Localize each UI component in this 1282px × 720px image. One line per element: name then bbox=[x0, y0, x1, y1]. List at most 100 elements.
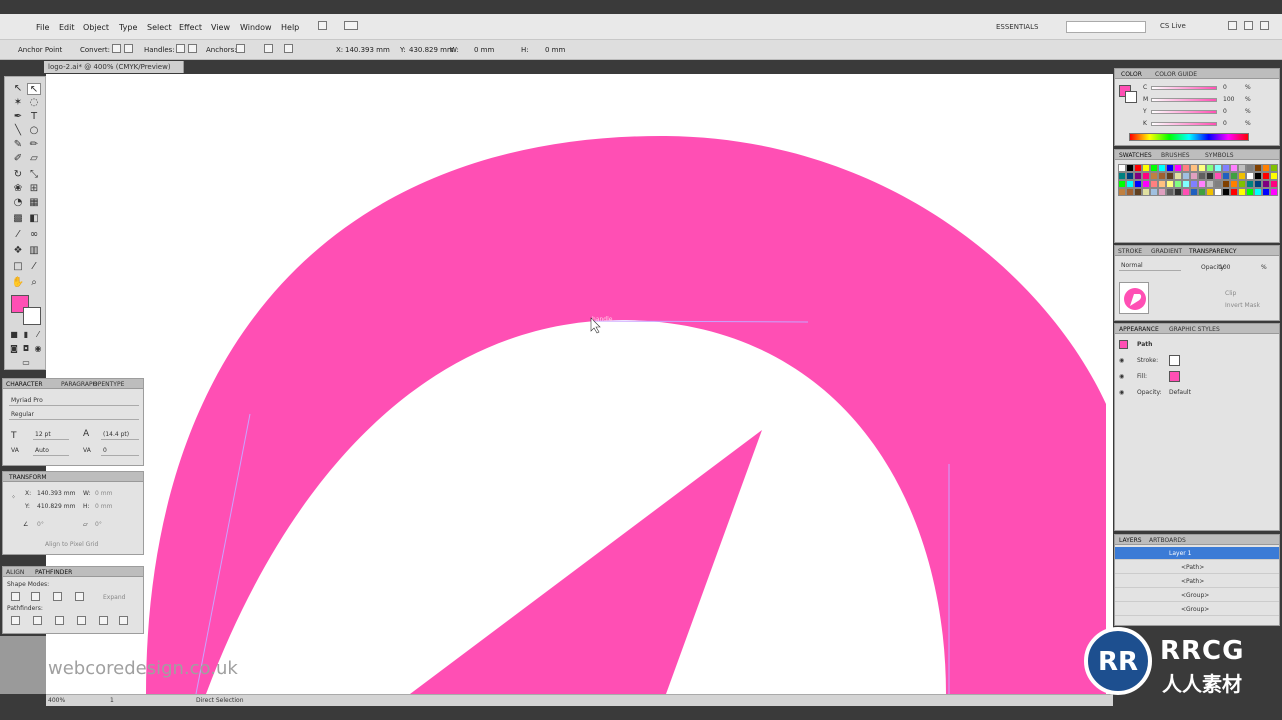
h-value[interactable]: 0 mm bbox=[545, 46, 565, 54]
zoom-tool-icon[interactable]: ⌕ bbox=[27, 277, 41, 289]
swatch[interactable] bbox=[1166, 180, 1174, 188]
swatch[interactable] bbox=[1174, 188, 1182, 196]
blend-tool-icon[interactable]: ∞ bbox=[27, 229, 41, 241]
align-pixel-grid-checkbox[interactable]: Align to Pixel Grid bbox=[45, 541, 98, 548]
object-thumbnail[interactable] bbox=[1119, 282, 1149, 314]
swatch[interactable] bbox=[1254, 188, 1262, 196]
maximize-icon[interactable] bbox=[1244, 21, 1253, 30]
swatch[interactable] bbox=[1158, 180, 1166, 188]
swatch[interactable] bbox=[1198, 180, 1206, 188]
mesh-tool-icon[interactable]: ▩ bbox=[11, 213, 25, 225]
swatch[interactable] bbox=[1190, 188, 1198, 196]
column-graph-tool-icon[interactable]: ▥ bbox=[27, 245, 41, 257]
stroke-swatch[interactable] bbox=[23, 307, 41, 325]
minimize-icon[interactable] bbox=[1228, 21, 1237, 30]
bridge-icon[interactable] bbox=[318, 21, 327, 30]
swatch[interactable] bbox=[1230, 188, 1238, 196]
swatch[interactable] bbox=[1206, 172, 1214, 180]
swatch[interactable] bbox=[1158, 164, 1166, 172]
swatch[interactable] bbox=[1222, 172, 1230, 180]
scale-tool-icon[interactable]: ⤡ bbox=[27, 169, 41, 181]
tab-appearance[interactable]: APPEARANCE bbox=[1119, 326, 1159, 333]
swatch[interactable] bbox=[1118, 164, 1126, 172]
rotate-value[interactable]: 0° bbox=[37, 521, 44, 528]
swatch[interactable] bbox=[1206, 188, 1214, 196]
reference-point-icon[interactable]: ⁘ bbox=[11, 494, 16, 501]
connect-anchors-icon[interactable] bbox=[264, 44, 273, 53]
outline-icon[interactable] bbox=[99, 616, 108, 625]
tab-stroke[interactable]: STROKE bbox=[1118, 248, 1142, 255]
paintbrush-tool-icon[interactable]: ✎ bbox=[11, 139, 25, 151]
swatch[interactable] bbox=[1142, 188, 1150, 196]
swatch[interactable] bbox=[1126, 172, 1134, 180]
swatch[interactable] bbox=[1174, 172, 1182, 180]
tab-color[interactable]: COLOR bbox=[1121, 71, 1142, 78]
menu-edit[interactable]: Edit bbox=[59, 23, 75, 32]
swatch[interactable] bbox=[1270, 188, 1278, 196]
hand-tool-icon[interactable]: ✋ bbox=[11, 277, 25, 289]
intersect-icon[interactable] bbox=[53, 592, 62, 601]
swatch[interactable] bbox=[1134, 188, 1142, 196]
artwork[interactable] bbox=[46, 74, 1113, 694]
font-style-select[interactable]: Regular bbox=[9, 411, 139, 420]
crop-icon[interactable] bbox=[77, 616, 86, 625]
swatch[interactable] bbox=[1150, 164, 1158, 172]
stroke-none-swatch[interactable] bbox=[1169, 355, 1180, 366]
stroke-color-swatch[interactable] bbox=[1125, 91, 1137, 103]
artboard-tool-icon[interactable]: □ bbox=[11, 261, 25, 273]
magic-wand-tool-icon[interactable]: ✶ bbox=[11, 97, 25, 109]
cyan-slider[interactable] bbox=[1151, 86, 1217, 90]
swatch[interactable] bbox=[1126, 164, 1134, 172]
opacity-eye-icon[interactable]: ◉ bbox=[1119, 389, 1124, 396]
tab-brushes[interactable]: BRUSHES bbox=[1161, 152, 1190, 159]
shear-value[interactable]: 0° bbox=[95, 521, 102, 528]
swatch[interactable] bbox=[1230, 172, 1238, 180]
unite-icon[interactable] bbox=[11, 592, 20, 601]
swatch[interactable] bbox=[1222, 164, 1230, 172]
font-size-field[interactable]: 12 pt bbox=[33, 431, 69, 440]
stroke-eye-icon[interactable]: ◉ bbox=[1119, 357, 1124, 364]
swatch[interactable] bbox=[1206, 180, 1214, 188]
leading-field[interactable]: (14.4 pt) bbox=[101, 431, 139, 440]
menu-effect[interactable]: Effect bbox=[179, 23, 202, 32]
remove-anchor-icon[interactable] bbox=[236, 44, 245, 53]
pen-tool-icon[interactable]: ✒ bbox=[11, 111, 25, 123]
gradient-tool-icon[interactable]: ◧ bbox=[27, 213, 41, 225]
layer-row-group-1[interactable]: <Group> bbox=[1115, 589, 1279, 602]
swatch[interactable] bbox=[1238, 180, 1246, 188]
swatch[interactable] bbox=[1262, 172, 1270, 180]
swatch[interactable] bbox=[1262, 180, 1270, 188]
swatch[interactable] bbox=[1246, 180, 1254, 188]
eraser-tool-icon[interactable]: ▱ bbox=[27, 153, 41, 165]
swatch[interactable] bbox=[1198, 164, 1206, 172]
zoom-level[interactable]: 400% bbox=[48, 697, 65, 704]
symbol-sprayer-tool-icon[interactable]: ❖ bbox=[11, 245, 25, 257]
divide-icon[interactable] bbox=[11, 616, 20, 625]
type-tool-icon[interactable]: T bbox=[27, 111, 41, 123]
swatch[interactable] bbox=[1166, 188, 1174, 196]
y-value[interactable]: 430.829 mm bbox=[409, 46, 454, 54]
color-spectrum[interactable] bbox=[1129, 133, 1249, 141]
swatch[interactable] bbox=[1246, 172, 1254, 180]
menu-view[interactable]: View bbox=[211, 23, 230, 32]
magenta-value[interactable]: 100 bbox=[1223, 96, 1234, 103]
tracking-field[interactable]: 0 bbox=[101, 447, 139, 456]
selection-tool-icon[interactable]: ↖ bbox=[11, 83, 25, 95]
tab-transform[interactable]: TRANSFORM bbox=[9, 474, 47, 481]
blob-brush-tool-icon[interactable]: ✐ bbox=[11, 153, 25, 165]
transform-y-value[interactable]: 410.829 mm bbox=[37, 503, 75, 510]
swatch[interactable] bbox=[1270, 172, 1278, 180]
swatch[interactable] bbox=[1214, 188, 1222, 196]
rotate-tool-icon[interactable]: ↻ bbox=[11, 169, 25, 181]
swatch[interactable] bbox=[1214, 180, 1222, 188]
tab-pathfinder[interactable]: PATHFINDER bbox=[35, 569, 72, 576]
swatch[interactable] bbox=[1262, 188, 1270, 196]
tab-transparency[interactable]: TRANSPARENCY bbox=[1189, 248, 1237, 255]
ellipse-tool-icon[interactable]: ○ bbox=[27, 125, 41, 137]
warp-tool-icon[interactable]: ❀ bbox=[11, 183, 25, 195]
tab-graphic-styles[interactable]: GRAPHIC STYLES bbox=[1169, 326, 1220, 333]
menu-file[interactable]: File bbox=[36, 23, 49, 32]
stroke-row-label[interactable]: Stroke: bbox=[1137, 357, 1158, 364]
opacity-value[interactable]: 100 bbox=[1219, 264, 1230, 271]
swatch[interactable] bbox=[1246, 188, 1254, 196]
